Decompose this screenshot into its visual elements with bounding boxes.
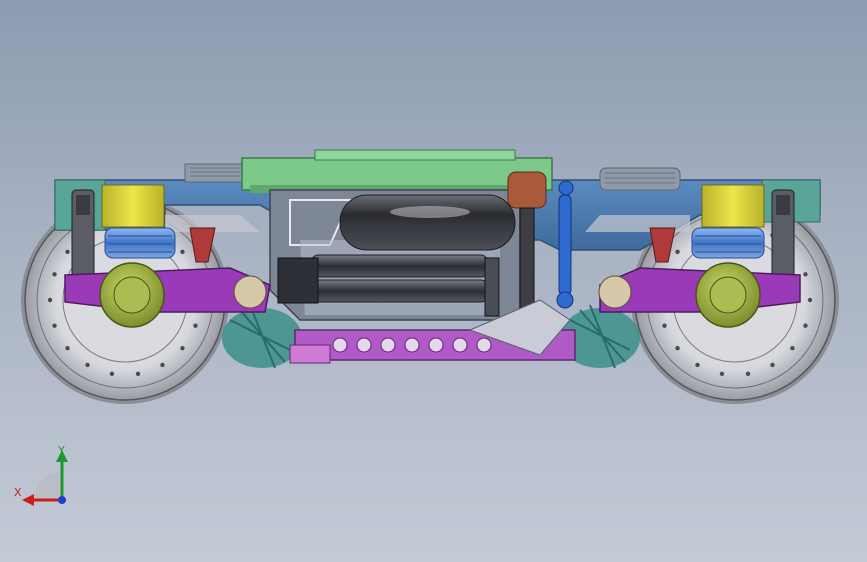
wheel-bolt — [52, 323, 57, 328]
wheel-bolt — [193, 323, 198, 328]
wheel-bolt — [180, 249, 185, 254]
wheel-bolt — [662, 323, 667, 328]
beam-hole — [428, 337, 444, 353]
beam-hole — [404, 337, 420, 353]
wheel-bolt — [180, 346, 185, 351]
primary-spring-right — [691, 227, 765, 259]
model-canvas[interactable]: Y X — [0, 0, 867, 562]
wheel-bolt — [65, 249, 70, 254]
spring-cap-left — [101, 184, 165, 228]
beam-hole — [452, 337, 468, 353]
x-axis-label: X — [14, 486, 22, 499]
beam-hole — [356, 337, 372, 353]
wheel-bolt — [803, 272, 808, 277]
beam-hole — [380, 337, 396, 353]
wheel-bolt — [65, 346, 70, 351]
axis-triad: Y X — [14, 444, 68, 506]
spring-cap-right — [701, 184, 765, 228]
wheel-bolt — [85, 362, 90, 368]
wheel-bolt — [135, 371, 141, 377]
axle-arm-left — [64, 267, 271, 313]
axle-box-right — [695, 262, 761, 328]
air-reservoir — [339, 194, 516, 251]
beam-hole — [476, 337, 492, 353]
wheel-bolt — [745, 371, 751, 377]
wheel-bolt — [770, 362, 775, 368]
wheel-bolt — [790, 346, 795, 351]
beam-hole — [332, 337, 348, 353]
primary-spring-left — [104, 227, 176, 259]
bolster-top-plate — [241, 149, 553, 193]
wheel-bolt — [807, 297, 813, 303]
wheel-bolt — [803, 323, 808, 328]
wheel-bolt — [675, 346, 680, 351]
wheel-bolt — [109, 371, 115, 377]
z-axis-dot — [58, 496, 66, 504]
graphics-viewport[interactable]: Y X — [0, 0, 867, 562]
lateral-damper — [556, 194, 574, 309]
wheel-bolt — [52, 272, 57, 277]
wheel-bolt — [719, 371, 725, 377]
wheel-bolt — [695, 362, 700, 368]
wheel-bolt — [160, 362, 165, 368]
y-axis-label: Y — [57, 444, 65, 457]
wheel-bolt — [47, 297, 53, 303]
axle-box-left — [99, 262, 165, 328]
wheel-bolt — [675, 249, 680, 254]
